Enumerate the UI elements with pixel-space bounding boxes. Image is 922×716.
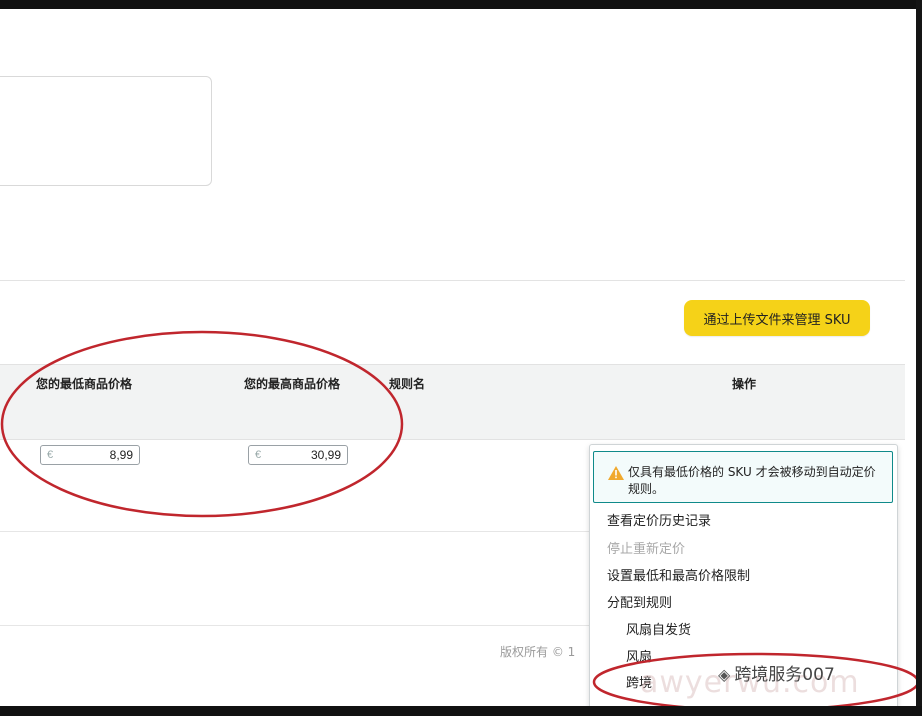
header-min-price[interactable]: 您的最低商品价格 <box>36 375 132 392</box>
max-price-value: 30,99 <box>310 448 341 462</box>
currency-symbol: € <box>255 449 262 461</box>
header-actions: 操作 <box>732 377 757 391</box>
max-price-input[interactable]: € 30,99 <box>248 445 348 465</box>
rule-option-fan-self-ship[interactable]: 风扇自发货 <box>626 619 691 638</box>
table-header: 您的最低商品价格 您的最高商品价格 规则名 操作 <box>0 364 905 440</box>
menu-item-view-price-history[interactable]: 查看定价历史记录 <box>607 510 711 529</box>
upload-file-button[interactable]: 通过上传文件来管理 SKU <box>684 300 870 336</box>
wechat-icon: ◈ <box>718 665 731 684</box>
footer-divider <box>0 625 590 626</box>
menu-item-assign-to-rule[interactable]: 分配到规则 <box>607 592 672 611</box>
warning-text: 仅具有最低价格的 SKU 才会被移动到自动定价规则。 <box>628 465 876 496</box>
rule-option-fan[interactable]: 风扇 <box>626 646 652 665</box>
warning-alert: 仅具有最低价格的 SKU 才会被移动到自动定价规则。 <box>593 451 893 503</box>
row-divider <box>0 531 590 532</box>
currency-symbol: € <box>47 449 54 461</box>
bottom-edge-bar <box>0 706 922 716</box>
right-edge-bar <box>916 0 922 716</box>
watermark-text: 跨境服务007 <box>734 665 835 685</box>
menu-item-stop-repricing: 停止重新定价 <box>607 542 686 557</box>
top-edge-bar <box>0 0 922 9</box>
menu-item-set-price-limits[interactable]: 设置最低和最高价格限制 <box>607 565 750 584</box>
min-price-value: 8,99 <box>109 448 133 462</box>
text-area[interactable] <box>0 76 212 186</box>
warning-icon <box>608 466 624 480</box>
header-max-price[interactable]: 您的最高商品价格 <box>244 375 340 392</box>
copyright-text: 版权所有 © 1 <box>500 645 576 659</box>
header-rule-name: 规则名 <box>389 377 426 391</box>
section-divider <box>0 280 905 281</box>
min-price-input[interactable]: € 8,99 <box>40 445 140 465</box>
watermark: ◈ 跨境服务007 <box>718 660 835 685</box>
